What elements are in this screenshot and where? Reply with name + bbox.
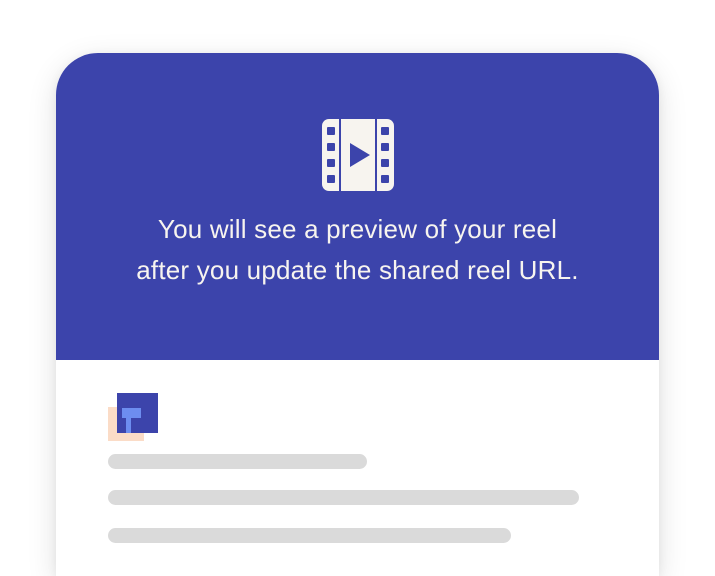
placeholder-line (108, 528, 511, 543)
preview-message-line-2: after you update the shared reel URL. (136, 255, 579, 285)
film-play-icon (321, 119, 394, 191)
placeholder-line (108, 490, 579, 505)
reel-preview-placeholder: You will see a preview of your reel afte… (56, 53, 659, 360)
preview-message: You will see a preview of your reel afte… (78, 209, 638, 291)
brand-logo-icon (108, 393, 158, 441)
preview-message-line-1: You will see a preview of your reel (157, 214, 558, 244)
reel-preview-card: You will see a preview of your reel afte… (56, 53, 659, 576)
placeholder-line (108, 454, 367, 469)
